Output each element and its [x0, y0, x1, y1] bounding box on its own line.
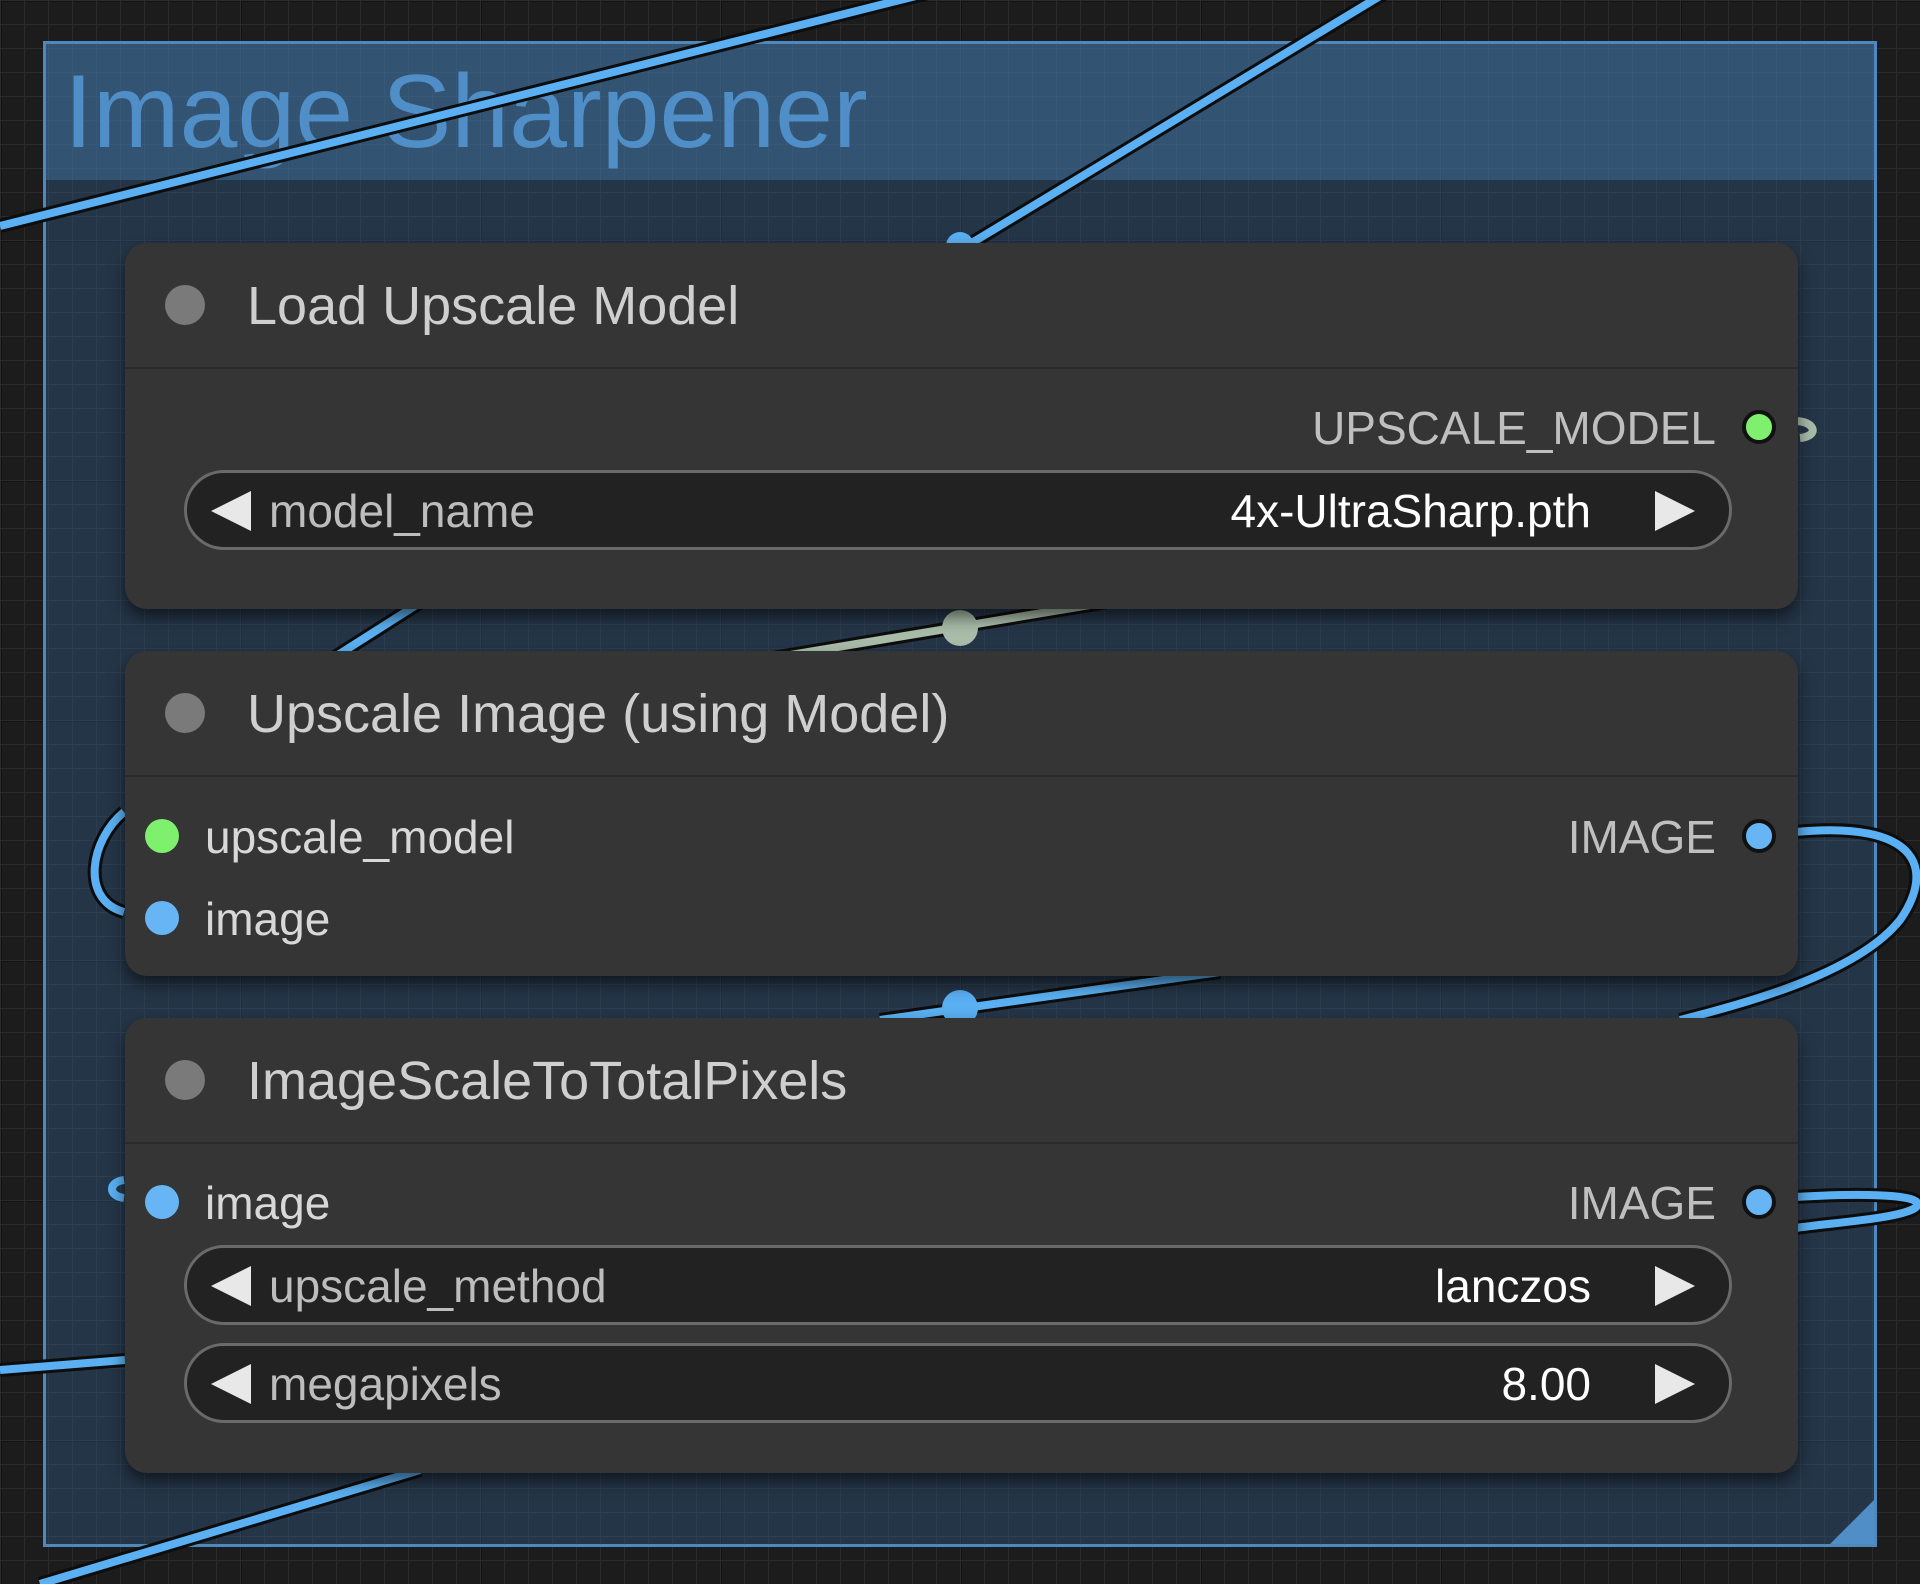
node-load-upscale-model[interactable]: Load Upscale Model UPSCALE_MODEL model_n…	[125, 243, 1798, 609]
output-label-image: IMAGE	[1567, 811, 1716, 863]
group-header[interactable]: Image Sharpener	[46, 44, 1874, 180]
decrement-arrow-icon[interactable]	[211, 491, 251, 531]
graph-canvas[interactable]: Image Sharpener Load Upscale Model UPSCA…	[0, 0, 1920, 1584]
widget-value: 4x-UltraSharp.pth	[1230, 485, 1592, 537]
node-collapse-dot[interactable]	[165, 693, 205, 733]
node-title: Upscale Image (using Model)	[247, 684, 950, 744]
node-image-scale-to-total-pixels[interactable]: ImageScaleToTotalPixels image IMAGE upsc…	[125, 1018, 1798, 1473]
node-header[interactable]: Upscale Image (using Model)	[125, 651, 1798, 777]
node-header[interactable]: ImageScaleToTotalPixels	[125, 1018, 1798, 1144]
input-label-image: image	[205, 1177, 331, 1229]
input-slot-image[interactable]	[145, 1185, 179, 1219]
decrement-arrow-icon[interactable]	[211, 1266, 251, 1306]
node-collapse-dot[interactable]	[165, 285, 205, 325]
group-resize-handle[interactable]	[1830, 1500, 1874, 1544]
slot-row: upscale_model IMAGE	[125, 807, 1798, 867]
slot-row: image IMAGE	[125, 1173, 1798, 1233]
output-slot-image[interactable]	[1742, 1185, 1776, 1219]
number-widget-megapixels[interactable]: megapixels 8.00	[184, 1343, 1732, 1423]
combo-widget-model-name[interactable]: model_name 4x-UltraSharp.pth	[184, 470, 1732, 550]
increment-arrow-icon[interactable]	[1655, 491, 1695, 531]
widget-value: lanczos	[1435, 1260, 1591, 1312]
group-title: Image Sharpener	[64, 54, 868, 170]
input-label-image: image	[205, 893, 331, 945]
widget-label: upscale_method	[269, 1260, 607, 1312]
node-title: Load Upscale Model	[247, 276, 740, 336]
output-label-upscale-model: UPSCALE_MODEL	[1312, 402, 1716, 454]
output-row: UPSCALE_MODEL	[125, 398, 1798, 458]
node-title: ImageScaleToTotalPixels	[247, 1051, 848, 1111]
slot-row: image	[125, 889, 1798, 949]
output-slot-upscale-model[interactable]	[1742, 410, 1776, 444]
output-label-image: IMAGE	[1567, 1177, 1716, 1229]
increment-arrow-icon[interactable]	[1655, 1364, 1695, 1404]
input-slot-image[interactable]	[145, 901, 179, 935]
input-slot-upscale-model[interactable]	[145, 819, 179, 853]
decrement-arrow-icon[interactable]	[211, 1364, 251, 1404]
widget-label: model_name	[269, 485, 535, 537]
widget-label: megapixels	[269, 1358, 502, 1410]
increment-arrow-icon[interactable]	[1655, 1266, 1695, 1306]
node-collapse-dot[interactable]	[165, 1060, 205, 1100]
widget-value: 8.00	[1501, 1358, 1591, 1410]
input-label-upscale-model: upscale_model	[205, 811, 515, 863]
node-header[interactable]: Load Upscale Model	[125, 243, 1798, 369]
node-upscale-image-using-model[interactable]: Upscale Image (using Model) upscale_mode…	[125, 651, 1798, 976]
combo-widget-upscale-method[interactable]: upscale_method lanczos	[184, 1245, 1732, 1325]
output-slot-image[interactable]	[1742, 819, 1776, 853]
